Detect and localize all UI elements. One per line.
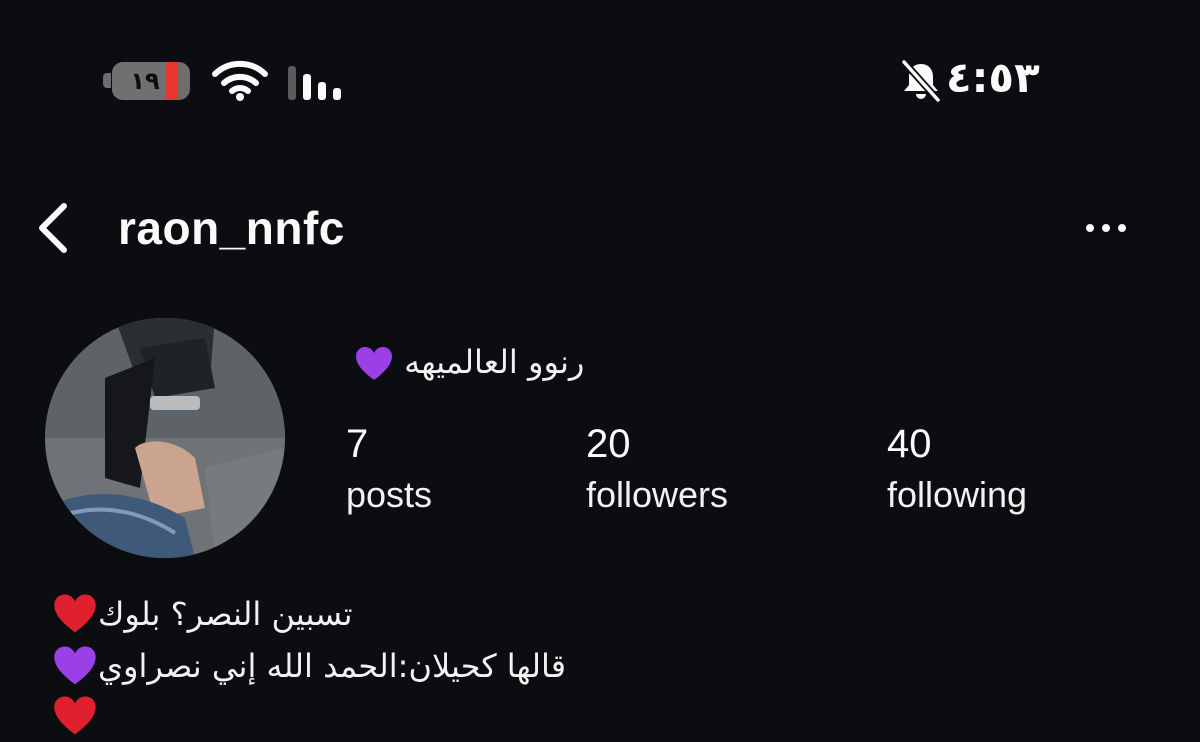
status-time: ٤:٥٣	[946, 53, 1040, 102]
stat-following-label: following	[887, 474, 1028, 515]
bio-line: قالها كحيلان:الحمد الله إني نصراوي	[48, 640, 566, 692]
battery-icon: ١٩	[112, 62, 190, 100]
stat-followers-count: 20	[586, 422, 631, 466]
display-name: رنوو العالميهه	[348, 336, 584, 388]
display-name-text: رنوو العالميهه	[404, 343, 585, 381]
bell-muted-icon	[901, 59, 941, 103]
purple-heart-icon	[356, 347, 392, 380]
stat-posts-count: 7	[346, 422, 369, 466]
avatar[interactable]	[45, 318, 285, 558]
stat-followers-label: followers	[586, 474, 729, 515]
cellular-signal-icon	[288, 66, 341, 100]
stat-following-count: 40	[887, 422, 932, 466]
battery-level: ١٩	[130, 67, 160, 95]
battery-cap	[103, 73, 111, 88]
wifi-icon	[212, 60, 268, 101]
username-title: raon_nnfc	[118, 202, 345, 254]
bio-line	[48, 690, 98, 742]
stat-posts[interactable]: 7 posts	[346, 420, 432, 518]
red-heart-icon	[54, 594, 96, 633]
bio-line: تسبين النصر؟ بلوك	[48, 588, 353, 640]
stat-followers[interactable]: 20 followers	[586, 420, 728, 518]
red-heart-icon	[54, 696, 96, 735]
bio-text: تسبين النصر؟ بلوك	[98, 595, 353, 633]
purple-heart-icon	[54, 646, 96, 685]
stat-posts-label: posts	[346, 474, 433, 515]
chevron-left-icon[interactable]	[34, 200, 74, 256]
more-horizontal-icon[interactable]	[1086, 218, 1136, 238]
stat-following[interactable]: 40 following	[887, 420, 1027, 518]
bio-text: قالها كحيلان:الحمد الله إني نصراوي	[98, 647, 567, 685]
